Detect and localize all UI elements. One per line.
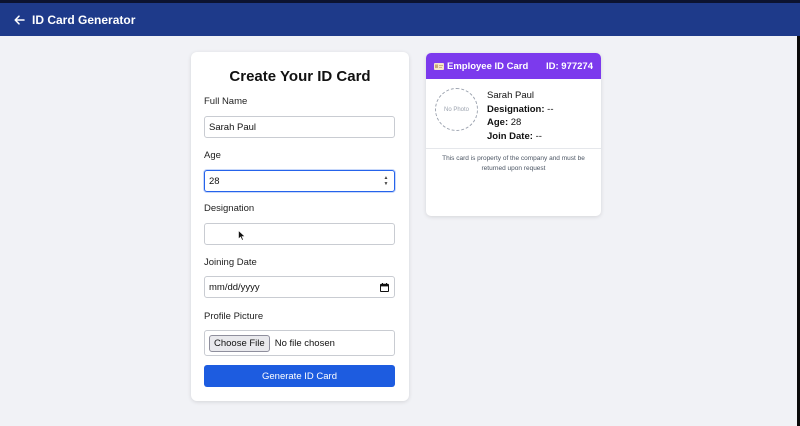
create-card-form: Create Your ID Card Full Name Sarah Paul… xyxy=(191,52,409,401)
joining-date-input[interactable]: mm/dd/yyyy xyxy=(204,276,395,298)
full-name-label: Full Name xyxy=(204,96,248,107)
age-label: Age xyxy=(204,150,221,161)
id-card-preview: Employee ID Card ID: 977274 No Photo Sar… xyxy=(426,53,601,216)
id-card-icon xyxy=(434,62,444,70)
id-card-info: Sarah Paul Designation: -- Age: 28 Join … xyxy=(487,89,554,143)
stepper-down-icon[interactable]: ▼ xyxy=(384,181,389,187)
age-value: 28 xyxy=(209,175,220,187)
designation-input[interactable] xyxy=(204,223,395,245)
profile-photo-placeholder: No Photo xyxy=(435,88,478,131)
card-name: Sarah Paul xyxy=(487,90,535,101)
designation-label: Designation xyxy=(204,203,255,214)
full-name-input[interactable]: Sarah Paul xyxy=(204,116,395,138)
card-designation-row: Designation: -- xyxy=(487,103,554,117)
card-age-row: Age: 28 xyxy=(487,116,554,130)
id-card-title: Employee ID Card xyxy=(447,60,529,72)
card-footnote: This card is property of the company and… xyxy=(442,155,585,172)
no-photo-text: No Photo xyxy=(443,106,470,113)
card-join-value: -- xyxy=(535,130,542,142)
id-card-header: Employee ID Card ID: 977274 xyxy=(426,53,601,79)
form-title: Create Your ID Card xyxy=(229,68,371,85)
calendar-icon[interactable] xyxy=(380,283,389,292)
age-input[interactable]: 28 ▲ ▼ xyxy=(204,170,395,192)
profile-picture-label: Profile Picture xyxy=(204,311,264,322)
profile-picture-input[interactable]: Choose File No file chosen xyxy=(204,330,395,356)
age-stepper[interactable]: ▲ ▼ xyxy=(382,175,390,187)
joining-date-placeholder: mm/dd/yyyy xyxy=(209,281,260,293)
choose-file-button[interactable]: Choose File xyxy=(209,334,270,352)
card-designation-value: -- xyxy=(547,103,554,115)
app-title: ID Card Generator xyxy=(32,12,136,27)
card-age-label: Age: xyxy=(487,117,509,128)
app-bar: ID Card Generator xyxy=(0,3,800,36)
mouse-cursor-icon xyxy=(238,230,246,241)
joining-date-label: Joining Date xyxy=(204,257,257,268)
card-age-value: 28 xyxy=(510,117,522,128)
back-arrow-icon[interactable] xyxy=(12,13,26,27)
id-card-number: ID: 977274 xyxy=(545,60,593,72)
card-designation-label: Designation: xyxy=(487,103,545,115)
card-join-label: Join Date: xyxy=(487,130,533,142)
card-divider xyxy=(426,148,601,149)
full-name-value: Sarah Paul xyxy=(209,121,257,133)
file-status: No file chosen xyxy=(274,337,335,349)
card-join-row: Join Date: -- xyxy=(487,130,554,144)
generate-id-card-button[interactable]: Generate ID Card xyxy=(204,365,395,387)
